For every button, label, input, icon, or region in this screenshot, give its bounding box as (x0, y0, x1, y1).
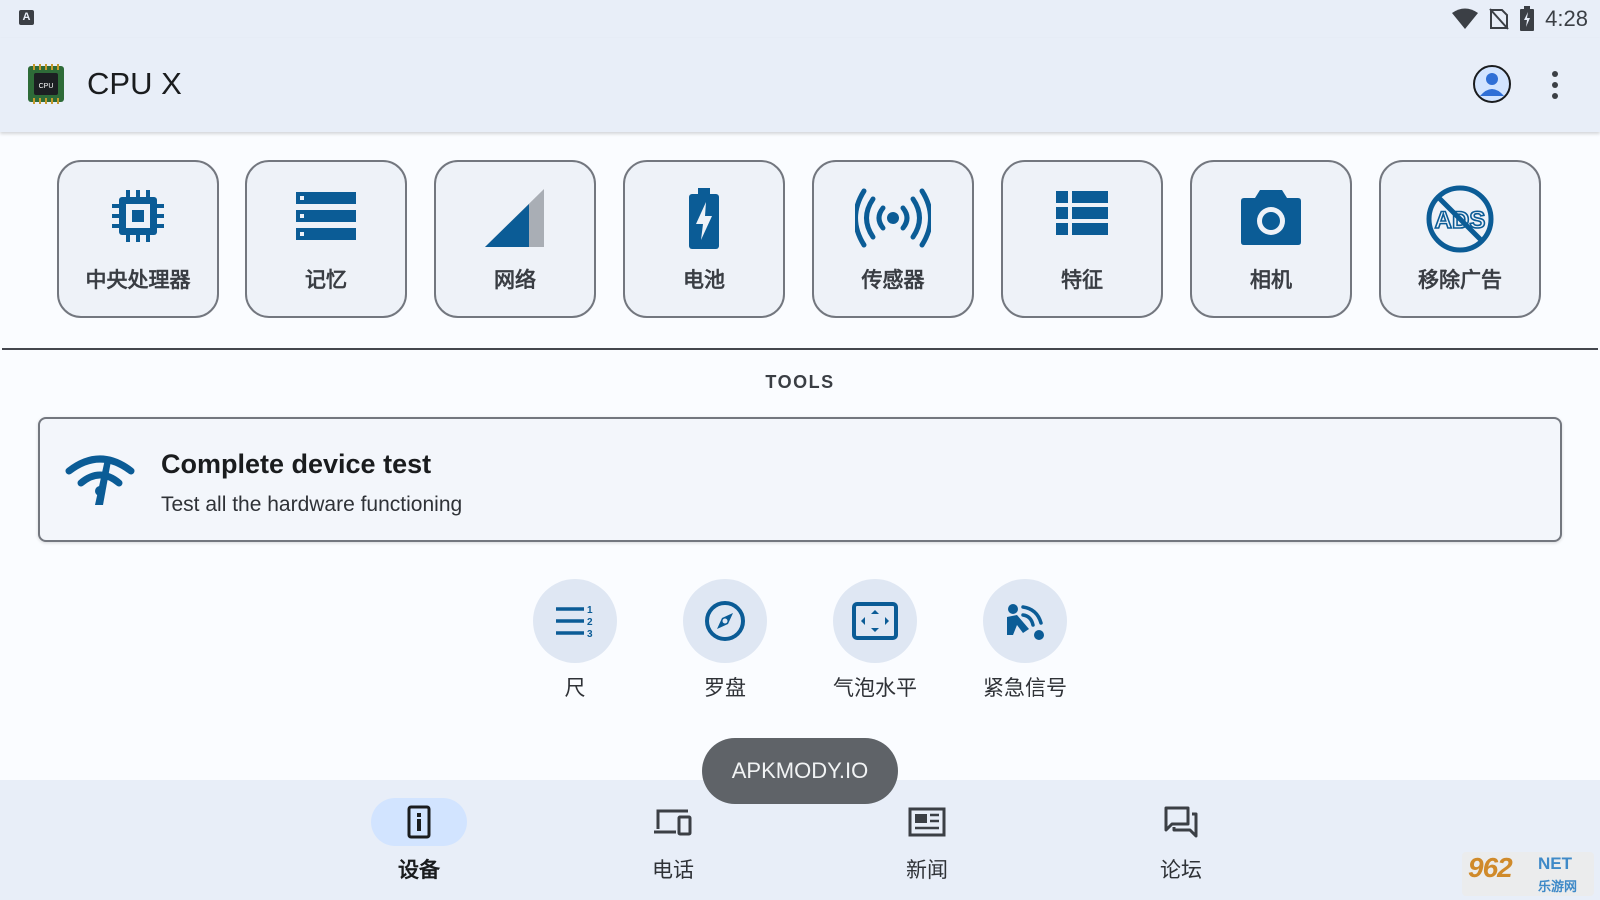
tile-sensors[interactable]: 传感器 (812, 160, 974, 318)
watermark: 962 NET 乐游网 (1462, 852, 1594, 896)
no-sim-icon (1489, 8, 1509, 30)
nav-label: 电话 (652, 858, 694, 882)
svg-text:2: 2 (587, 617, 593, 628)
tile-label: 网络 (494, 268, 536, 292)
tool-emergency-signal-label: 紧急信号 (983, 676, 1067, 700)
status-icons: 4:28 (1451, 5, 1588, 33)
tile-label: 特征 (1061, 268, 1103, 292)
tile-camera[interactable]: 相机 (1190, 160, 1352, 318)
watermark-net: NET (1538, 854, 1572, 873)
tool-compass-button[interactable] (683, 579, 767, 663)
remove-ads-icon: ADS (1426, 185, 1494, 253)
camera-icon (1241, 190, 1301, 245)
cpu-x-logo-icon: CPU (28, 64, 64, 104)
compass-icon (705, 601, 745, 641)
nav-label: 设备 (398, 858, 440, 882)
network-signal-icon (485, 189, 544, 247)
nav-label: 论坛 (1160, 858, 1202, 882)
tile-remove-ads[interactable]: ADS 移除广告 (1379, 160, 1541, 318)
tile-label: 传感器 (861, 268, 925, 292)
toast-message: APKMODY.IO (702, 738, 898, 804)
emergency-signal-icon (1007, 604, 1044, 640)
sensors-icon (855, 188, 931, 248)
complete-device-test-card[interactable]: Complete device test Test all the hardwa… (38, 417, 1562, 542)
nav-item-device[interactable]: 设备 (339, 780, 499, 900)
tool-ruler-button[interactable]: 123 (533, 579, 617, 663)
watermark-main: 962 (1468, 852, 1513, 883)
tool-compass-label: 罗盘 (704, 676, 746, 700)
clock: 4:28 (1545, 6, 1588, 31)
tile-memory[interactable]: 记忆 (245, 160, 407, 318)
nav-label: 新闻 (906, 858, 948, 882)
tile-label: 移除广告 (1418, 268, 1502, 292)
test-card-subtitle: Test all the hardware functioning (161, 493, 463, 516)
tile-battery[interactable]: 电池 (623, 160, 785, 318)
status-bar: A 4:28 (0, 0, 1600, 38)
tile-network[interactable]: 网络 (434, 160, 596, 318)
app-title: CPU X (87, 66, 182, 101)
svg-text:1: 1 (587, 605, 593, 616)
tool-bubble-level-button[interactable] (833, 579, 917, 663)
nav-pill (625, 798, 721, 846)
tile-label: 电池 (683, 268, 725, 292)
news-icon (908, 807, 946, 837)
nav-pill (1133, 798, 1229, 846)
battery-icon (689, 188, 719, 249)
tile-label: 中央处理器 (85, 268, 191, 292)
svg-text:3: 3 (587, 629, 593, 638)
account-icon[interactable] (1472, 64, 1512, 104)
tools-section-title: TOOLS (765, 372, 835, 392)
nav-pill (879, 798, 975, 846)
tile-cpu[interactable]: 中央处理器 (57, 160, 219, 318)
bubble-level-icon (852, 602, 898, 640)
battery-charging-icon (1520, 6, 1535, 31)
forum-icon (1164, 806, 1198, 838)
cpu-chip-icon (112, 190, 164, 242)
memory-storage-icon (296, 192, 356, 240)
app-bar: CPU CPU X (0, 38, 1600, 132)
tile-features[interactable]: 特征 (1001, 160, 1163, 318)
tile-label: 相机 (1250, 268, 1292, 292)
category-tiles: 中央处理器 记忆 网络 电池 传感器 特征 相机 ADS 移除广告 (0, 132, 1600, 350)
device-info-icon (407, 805, 431, 839)
divider (2, 348, 1598, 350)
ruler-icon: 123 (556, 605, 593, 638)
devices-icon (654, 809, 692, 836)
test-card-title: Complete device test (161, 449, 432, 479)
tool-emergency-signal-button[interactable] (983, 579, 1067, 663)
device-test-icon (65, 455, 135, 505)
tool-ruler-label: 尺 (564, 676, 586, 700)
watermark-sub: 乐游网 (1538, 880, 1578, 895)
features-list-icon (1056, 191, 1108, 235)
nav-pill-active (371, 798, 467, 846)
keyboard-indicator-icon: A (19, 10, 34, 25)
svg-text:ADS: ADS (1435, 207, 1486, 234)
tool-bubble-level-label: 气泡水平 (833, 676, 917, 700)
more-vert-icon[interactable] (1545, 68, 1565, 102)
tile-label: 记忆 (305, 268, 347, 292)
svg-text:CPU: CPU (39, 83, 54, 90)
wifi-icon (1452, 8, 1479, 29)
nav-item-forum[interactable]: 论坛 (1101, 780, 1261, 900)
